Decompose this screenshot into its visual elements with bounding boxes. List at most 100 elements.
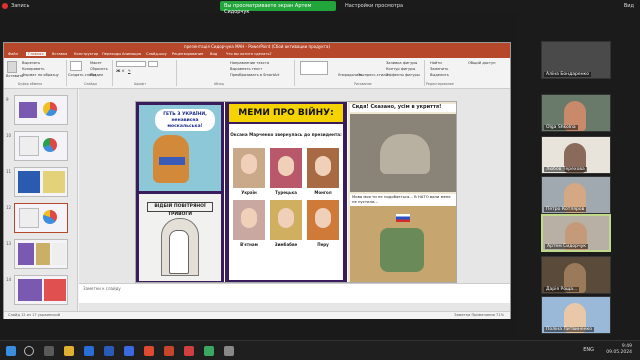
thumb-number: 10 xyxy=(6,133,12,138)
app-icon[interactable] xyxy=(184,346,194,356)
powerpoint-window: презентація Сидорчука МАН - PowerPoint (… xyxy=(3,42,511,319)
dog-vest xyxy=(159,157,185,165)
participant-tile[interactable]: Olga Shkolna xyxy=(541,94,611,132)
replace-button[interactable]: Заменить xyxy=(430,67,448,71)
thumb-pie xyxy=(43,138,57,152)
tell-me-search[interactable]: Что вы хотите сделать? xyxy=(226,52,272,56)
recording-icon xyxy=(2,3,8,9)
smartart-button[interactable]: Преобразовать в SmartArt xyxy=(230,73,279,77)
slide-thumbnail[interactable] xyxy=(14,95,68,125)
participant-tile[interactable]: Аліна Бондаренко xyxy=(541,41,611,79)
font-name-field[interactable] xyxy=(116,61,146,67)
align-text-button[interactable]: Выровнять текст xyxy=(230,67,262,71)
paragraph-group-label: Абзац xyxy=(214,82,224,86)
shapes-gallery[interactable] xyxy=(300,61,328,75)
participant-tile[interactable]: Поліна Литвиненко xyxy=(541,296,611,334)
participants-panel: Аліна Бондаренко Olga Shkolna Любов Тере… xyxy=(517,14,640,360)
thumb-image xyxy=(19,208,39,228)
portrait-photo xyxy=(307,148,339,188)
slide-thumbnail[interactable] xyxy=(14,275,68,305)
section-button[interactable]: Раздел xyxy=(90,73,103,77)
quick-styles-button[interactable]: Экспресс-стили xyxy=(358,73,388,77)
powerpoint-icon[interactable] xyxy=(164,346,174,356)
cut-button[interactable]: Вырезать xyxy=(22,61,40,65)
right-meme-column: Сидя! Сказано, усім в укриття! Мова моя … xyxy=(348,102,456,282)
font-size-field[interactable] xyxy=(148,61,158,67)
notes-pane[interactable]: Заметки к слайду xyxy=(79,283,510,303)
participant-tile[interactable]: Дарія Роща... xyxy=(541,256,611,294)
figure-in-robe xyxy=(169,230,189,274)
portrait-photo xyxy=(270,148,302,188)
tab-animation[interactable]: Анимация xyxy=(122,52,141,56)
app-icon[interactable] xyxy=(204,346,214,356)
text-direction-button[interactable]: Направление текста xyxy=(230,61,269,65)
view-menu-button[interactable]: Вид xyxy=(624,3,634,9)
copy-button[interactable]: Копировать xyxy=(22,67,44,71)
participant-tile[interactable]: Петро Котляров xyxy=(541,176,611,214)
search-icon[interactable] xyxy=(24,346,34,356)
nato-meme-caption: Мова моя ти не подобається... В НАТО вон… xyxy=(350,194,456,206)
tab-file[interactable]: Файл xyxy=(8,52,18,56)
italic-button[interactable]: К xyxy=(122,69,125,73)
app-icon[interactable] xyxy=(224,346,234,356)
find-button[interactable]: Найти xyxy=(430,61,442,65)
shape-outline-button[interactable]: Контур фигуры xyxy=(386,67,415,71)
portrait-face xyxy=(241,154,257,174)
clock[interactable]: 9:49 09.05.2024 xyxy=(606,344,632,356)
tab-transitions[interactable]: Переходы xyxy=(102,52,121,56)
paste-icon[interactable] xyxy=(7,61,17,73)
layout-button[interactable]: Макет xyxy=(90,61,102,65)
tab-slideshow[interactable]: Слайд-шоу xyxy=(146,52,167,56)
reset-button[interactable]: Сбросить xyxy=(90,67,108,71)
cat-meme-image xyxy=(350,114,456,192)
slide-thumbnail-selected[interactable] xyxy=(14,203,68,233)
status-right-info[interactable]: Заметки Примечания 71% xyxy=(454,313,504,317)
tab-view[interactable]: Вид xyxy=(210,52,217,56)
share-button[interactable]: Общий доступ xyxy=(468,61,495,65)
participant-name: Аліна Бондаренко xyxy=(544,72,592,77)
ribbon-tabs: Файл Главная Вставка Конструктор Переход… xyxy=(4,51,510,58)
thumb-pie xyxy=(43,210,57,224)
participant-tile-active-speaker[interactable]: Артем Сидорчук xyxy=(541,214,611,252)
shape-effects-button[interactable]: Эффекты фигуры xyxy=(386,73,420,77)
recording-label[interactable]: Запись xyxy=(11,3,29,9)
tab-review[interactable]: Рецензирование xyxy=(172,52,203,56)
current-slide[interactable]: ГЕТЬ З УКРАЇНИ, ненависна москальська! В… xyxy=(135,101,457,283)
tab-home[interactable]: Главная xyxy=(26,52,46,56)
tab-design[interactable]: Конструктор xyxy=(74,52,98,56)
tab-insert[interactable]: Вставка xyxy=(52,52,67,56)
select-button[interactable]: Выделить xyxy=(430,73,449,77)
bold-button[interactable]: Ж xyxy=(116,69,120,73)
slide-thumbnail[interactable] xyxy=(14,239,68,269)
thumb-image xyxy=(18,171,40,193)
slide-thumbnails-pane[interactable]: 9 10 11 12 13 14 xyxy=(4,89,78,311)
portrait-face xyxy=(278,156,294,176)
word-icon[interactable] xyxy=(104,346,114,356)
edge-icon[interactable] xyxy=(84,346,94,356)
slide-editor[interactable]: ГЕТЬ З УКРАЇНИ, ненависна москальська! В… xyxy=(79,89,510,311)
cat-meme-caption: Сидя! Сказано, усім в укриття! xyxy=(350,104,456,112)
shape-fill-button[interactable]: Заливка фигуры xyxy=(386,61,417,65)
paste-button[interactable]: Вставить xyxy=(6,74,23,78)
language-indicator[interactable]: ENG xyxy=(583,347,594,353)
task-view-icon[interactable] xyxy=(44,346,54,356)
new-slide-icon[interactable] xyxy=(70,61,82,71)
slide-thumbnail[interactable] xyxy=(14,131,68,161)
ribbon-divider xyxy=(294,60,295,86)
zoom-icon[interactable] xyxy=(124,346,134,356)
status-bar: Слайд 12 из 17 украинский Заметки Примеч… xyxy=(4,311,510,319)
thumb-image xyxy=(19,136,39,156)
file-explorer-icon[interactable] xyxy=(64,346,74,356)
format-painter-button[interactable]: Формат по образцу xyxy=(22,73,59,77)
start-icon[interactable] xyxy=(6,346,16,356)
thumb-number: 11 xyxy=(6,169,12,174)
dog-meme-caption: ГЕТЬ З УКРАЇНИ, ненависна москальська! xyxy=(155,109,215,131)
thumb-number: 12 xyxy=(6,205,12,210)
participant-tile[interactable]: Любов Терехова xyxy=(541,136,611,174)
thumb-image xyxy=(43,171,65,193)
chrome-icon[interactable] xyxy=(144,346,154,356)
view-settings-button[interactable]: Настройки просмотра xyxy=(345,3,403,9)
slide-thumbnail[interactable] xyxy=(14,167,68,197)
underline-button[interactable]: Ч xyxy=(128,69,130,73)
middle-meme-column: МЕМИ ПРО ВІЙНУ: Оксана Марченко звернула… xyxy=(225,102,347,282)
